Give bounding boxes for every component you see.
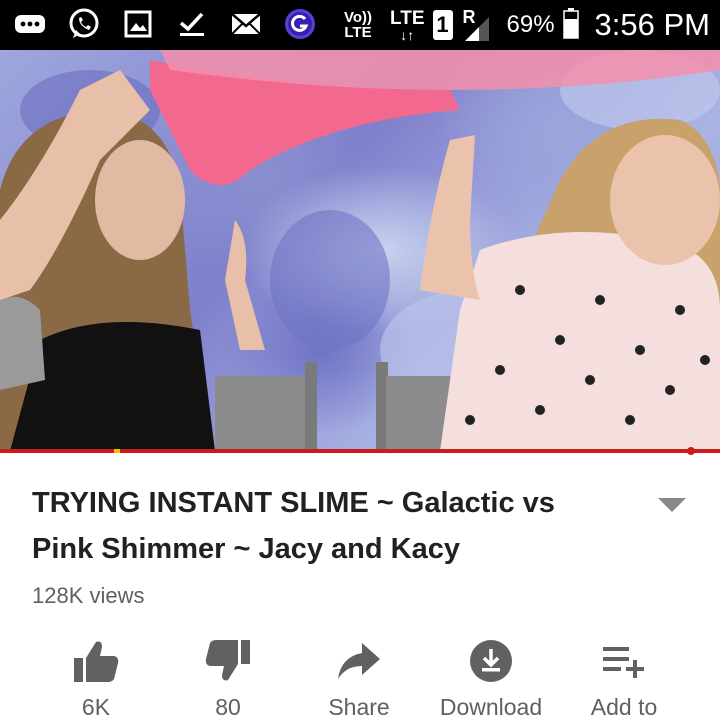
video-title[interactable]: TRYING INSTANT SLIME ~ Galactic vs Pink … [32,480,612,572]
action-bar: 6K 80 Share Download Add to [0,628,720,720]
volte-indicator: Vo)) LTE [344,10,372,40]
whatsapp-icon [66,6,102,42]
share-icon [294,636,424,686]
data-arrows-icon: ↓↑ [400,26,415,43]
thumbs-down-icon [163,636,293,686]
video-frame-image [0,50,720,451]
share-button[interactable]: Share [294,628,424,720]
add-to-label: Add to [590,694,658,720]
lte-label: LTE [390,7,425,29]
notification-icons [12,6,318,42]
progress-scrubber[interactable] [687,447,695,455]
system-indicators: Vo)) LTE LTE ↓↑ 1 R 69% 3:56 PM [344,0,710,50]
like-count: 6K [81,694,111,720]
volte-sub-label: LTE [344,24,372,41]
ad-marker [114,449,120,453]
share-label: Share [328,694,390,720]
browser-icon [282,6,318,42]
lte-indicator: LTE ↓↑ [390,9,424,42]
mail-icon [228,6,264,42]
dislike-count: 80 [215,694,241,720]
more-icon [12,6,48,42]
signal-icon: R [461,7,491,43]
download-label: Download [439,694,543,720]
view-count: 128K views [32,583,145,608]
thumbs-up-icon [31,636,161,686]
like-button[interactable]: 6K [31,628,161,720]
video-player[interactable] [0,50,720,451]
dislike-button[interactable]: 80 [163,628,293,720]
checkmark-icon [174,6,210,42]
add-to-playlist-icon [559,636,689,686]
volte-label: Vo)) [343,9,373,26]
battery-percent: 69% [506,11,555,38]
download-button[interactable]: Download [426,628,556,720]
download-icon [426,636,556,686]
battery-icon [562,7,579,44]
status-bar: Vo)) LTE LTE ↓↑ 1 R 69% 3:56 PM [0,0,720,50]
sim-badge: 1 [432,10,453,40]
clock: 3:56 PM [594,7,710,42]
expand-description-icon[interactable] [656,494,688,514]
video-progress-bar[interactable] [0,449,720,453]
add-to-playlist-button[interactable]: Add to [559,628,689,720]
gallery-icon [120,6,156,42]
